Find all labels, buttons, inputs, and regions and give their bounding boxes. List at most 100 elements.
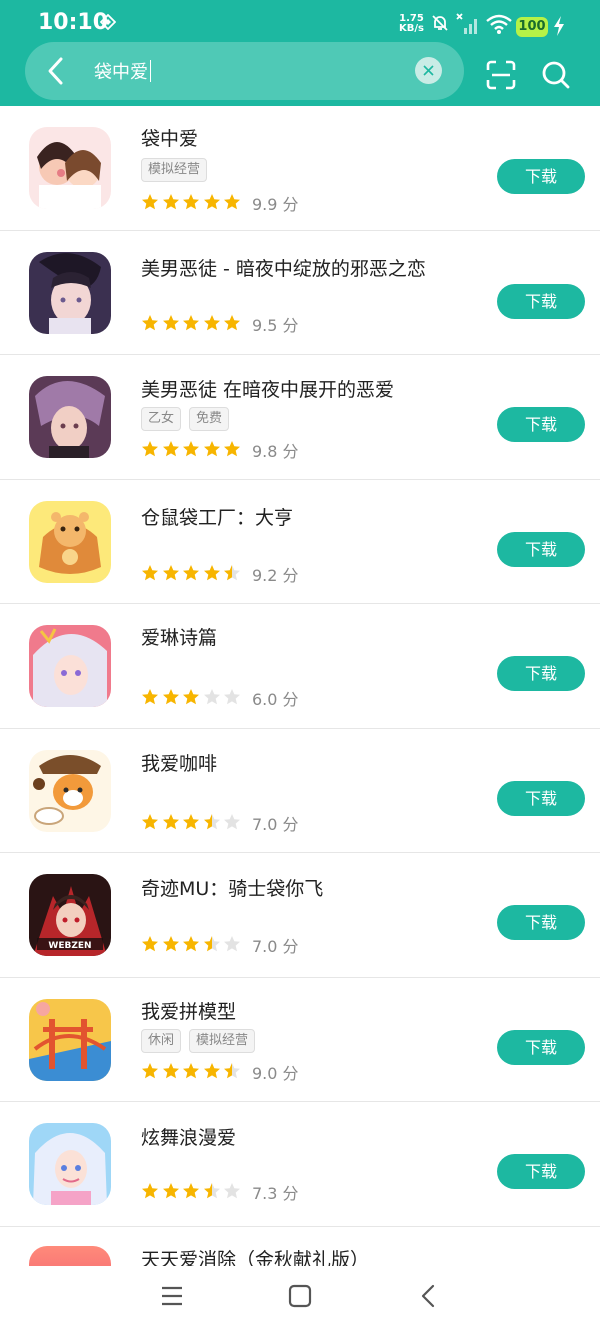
rating-score: 6.0 分: [252, 686, 299, 710]
app-row-partial[interactable]: 天天爱消除（金秋献礼版）: [0, 1230, 600, 1266]
status-time: 10:10: [38, 10, 109, 35]
star-icon: [162, 1183, 179, 1199]
score-unit: 分: [282, 442, 299, 461]
download-button[interactable]: 下载: [497, 531, 585, 567]
clear-search-button[interactable]: [415, 57, 442, 84]
search-icon[interactable]: [541, 60, 571, 90]
app-row[interactable]: 袋中爱 模拟经营 9.9 分 下载: [0, 106, 600, 231]
download-button[interactable]: 下载: [497, 905, 585, 940]
app-list: 袋中爱 模拟经营 9.9 分 下载 美男恶徒 - 暗夜中绽放的邪恶之恋 9.5 …: [0, 106, 600, 1227]
star-icon: [203, 1183, 220, 1199]
app-tags: 模拟经营: [141, 158, 215, 182]
menu-icon[interactable]: [160, 1284, 184, 1308]
app-icon: [29, 625, 111, 707]
app-icon: [29, 376, 111, 458]
home-icon[interactable]: [288, 1284, 312, 1308]
app-tags: 乙女 免费: [141, 407, 237, 431]
rating-score: 9.5 分: [252, 312, 299, 336]
search-input[interactable]: 袋中爱: [94, 58, 148, 84]
star-icon: [224, 1183, 240, 1199]
star-icon: [162, 936, 179, 952]
download-button[interactable]: 下载: [497, 656, 585, 691]
download-button[interactable]: 下载: [497, 407, 585, 442]
app-row[interactable]: 爱琳诗篇 6.0 分 下载: [0, 604, 600, 729]
download-button[interactable]: 下载: [497, 159, 585, 194]
star-icon: [142, 1062, 158, 1078]
star-icon: [224, 564, 240, 580]
search-bar[interactable]: [25, 42, 464, 100]
back-icon[interactable]: [418, 1284, 438, 1308]
scan-icon[interactable]: [486, 60, 516, 90]
network-speed: 1.75 KB/s: [399, 14, 424, 34]
app-icon: [29, 1246, 111, 1266]
app-row[interactable]: 仓鼠袋工厂：大亨 9.2 分 下载: [0, 480, 600, 604]
score-value: 9.9: [252, 195, 278, 214]
app-name: 天天爱消除（金秋献礼版）: [141, 1249, 370, 1266]
star-icon: [203, 689, 220, 705]
star-icon: [142, 689, 158, 705]
app-name: 奇迹MU：骑士袋你飞: [141, 878, 324, 900]
app-name: 炫舞浪漫爱: [141, 1127, 237, 1149]
star-icon: [162, 689, 179, 705]
star-icon: [203, 564, 220, 580]
app-tag: 模拟经营: [141, 158, 208, 182]
app-name: 仓鼠袋工厂：大亨: [141, 506, 294, 529]
app-row[interactable]: 炫舞浪漫爱 7.3 分 下载: [0, 1102, 600, 1227]
battery-level: 100: [516, 17, 548, 37]
star-icon: [224, 1062, 240, 1078]
mute-bell-icon: [432, 15, 448, 31]
app-row[interactable]: 我爱咖啡 7.0 分 下载: [0, 729, 600, 853]
score-unit: 分: [282, 937, 299, 956]
rating-score: 9.2 分: [252, 562, 299, 586]
star-icon: [183, 813, 199, 829]
star-icon: [183, 1183, 199, 1199]
app-row[interactable]: 我爱拼模型 休闲 模拟经营 9.0 分 下载: [0, 978, 600, 1102]
app-row[interactable]: 美男恶徒 在暗夜中展开的恶爱 乙女 免费 9.8 分 下载: [0, 355, 600, 480]
star-icon: [142, 194, 158, 210]
score-value: 9.8: [252, 442, 278, 461]
app-icon: WEBZEN: [29, 874, 111, 956]
score-unit: 分: [282, 690, 299, 709]
score-value: 6.0: [252, 690, 278, 709]
app-name: 美男恶徒 - 暗夜中绽放的邪恶之恋: [141, 257, 426, 280]
svg-text:WEBZEN: WEBZEN: [48, 941, 91, 951]
star-icon: [183, 936, 199, 952]
app-tag: 模拟经营: [189, 1028, 256, 1053]
score-unit: 分: [282, 315, 299, 335]
system-nav-bar: [0, 1266, 600, 1333]
back-arrow-icon[interactable]: [44, 56, 70, 86]
app-tag: 休闲: [141, 1028, 182, 1053]
app-name: 美男恶徒 在暗夜中展开的恶爱: [141, 379, 395, 401]
star-icon: [183, 689, 199, 705]
download-button[interactable]: 下载: [497, 1154, 585, 1189]
star-icon: [224, 813, 240, 829]
star-icon: [224, 314, 240, 330]
header: 10:10 1.75 KB/s 100 袋中爱: [0, 0, 600, 106]
rating-score: 9.9 分: [252, 191, 299, 215]
download-button[interactable]: 下载: [497, 1029, 585, 1065]
rating-score: 7.0 分: [252, 811, 299, 835]
star-icon: [203, 936, 220, 952]
wifi-icon: [486, 14, 512, 34]
score-unit: 分: [282, 1063, 299, 1083]
star-icon: [162, 314, 179, 330]
speed-unit: KB/s: [399, 23, 424, 34]
app-name: 我爱咖啡: [141, 752, 218, 775]
star-icon: [203, 813, 220, 829]
signal-icon: [456, 13, 477, 34]
text-cursor: [150, 60, 151, 82]
score-unit: 分: [282, 814, 299, 834]
star-icon: [224, 441, 240, 457]
star-icon: [162, 564, 179, 580]
score-value: 7.3: [252, 1184, 278, 1203]
app-row[interactable]: WEBZEN 奇迹MU：骑士袋你飞 7.0 分 下载: [0, 853, 600, 978]
rating-score: 9.8 分: [252, 438, 299, 462]
star-icon: [224, 689, 240, 705]
star-icon: [203, 1062, 220, 1078]
download-button[interactable]: 下载: [497, 283, 585, 319]
download-button[interactable]: 下载: [497, 780, 585, 816]
clear-icon: [423, 65, 434, 76]
app-diamond-icon: [100, 14, 116, 30]
star-icon: [142, 441, 158, 457]
app-row[interactable]: 美男恶徒 - 暗夜中绽放的邪恶之恋 9.5 分 下载: [0, 231, 600, 355]
